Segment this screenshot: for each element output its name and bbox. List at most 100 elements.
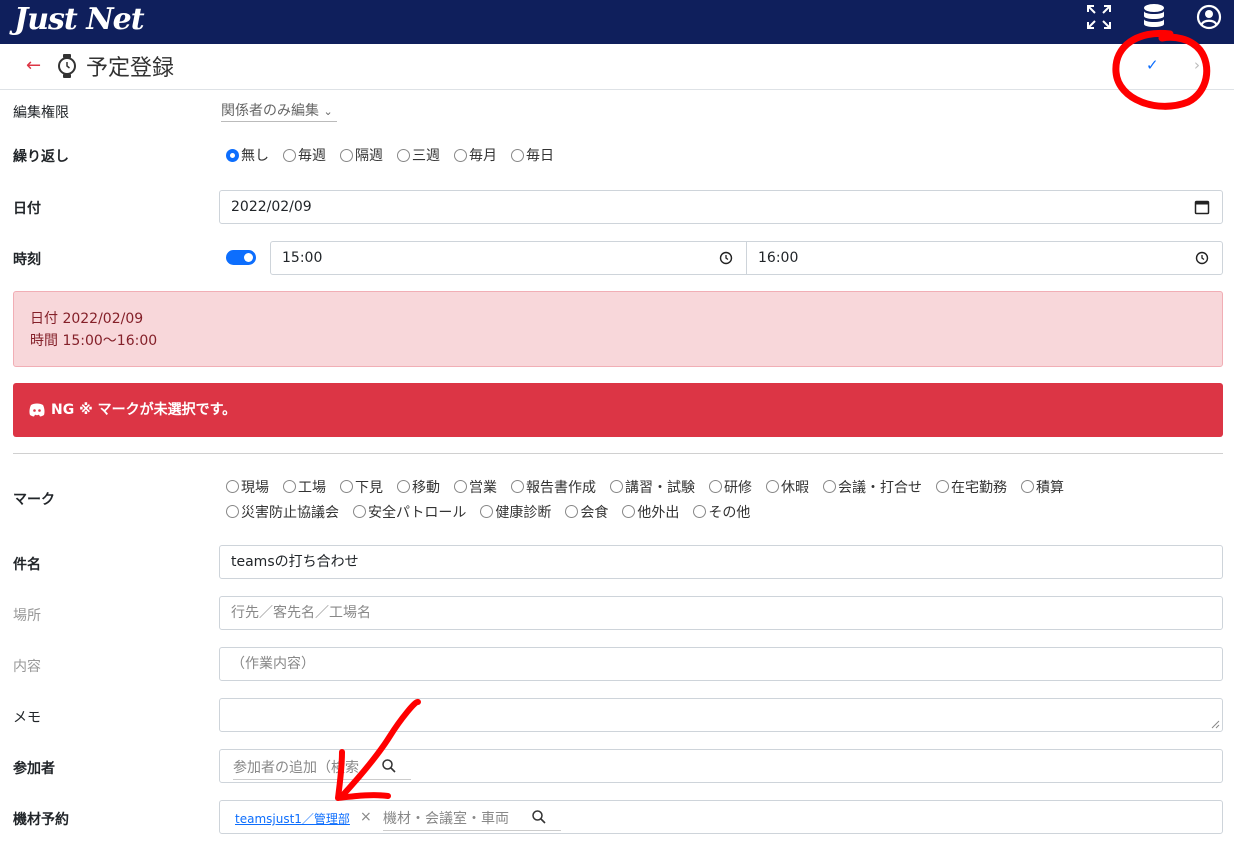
watch-icon: [58, 54, 76, 78]
repeat-label: 繰り返し: [13, 149, 69, 165]
place-placeholder: 行先／客先名／工場名: [231, 605, 371, 621]
equipment-search-input[interactable]: 機材・会議室・車両: [383, 808, 561, 831]
calendar-icon[interactable]: [1194, 199, 1210, 215]
mark-option[interactable]: 安全パトロール: [353, 502, 466, 522]
mark-option[interactable]: 在宅勤務: [936, 477, 1007, 497]
memo-textarea[interactable]: [219, 698, 1223, 732]
repeat-option-monthly[interactable]: 毎月: [454, 145, 497, 165]
radio-label: 休暇: [781, 479, 809, 496]
section-divider: [13, 453, 1223, 454]
mark-option[interactable]: 工場: [283, 477, 326, 497]
participants-search-input[interactable]: 参加者の追加（検索: [233, 757, 411, 780]
repeat-option-weekly[interactable]: 毎週: [283, 145, 326, 165]
clock-icon[interactable]: [1194, 250, 1210, 266]
radio-label: 営業: [469, 479, 497, 496]
end-time-input[interactable]: 16:00: [746, 241, 1223, 275]
radio-label: 下見: [355, 479, 383, 496]
date-label: 日付: [13, 201, 41, 217]
radio-icon: [511, 148, 524, 162]
start-time-input[interactable]: 15:00: [270, 241, 747, 275]
mark-option[interactable]: 災害防止協議会: [226, 502, 339, 522]
radio-icon: [283, 148, 296, 162]
repeat-option-triweekly[interactable]: 三週: [397, 145, 440, 165]
radio-label: 毎週: [298, 148, 326, 164]
radio-icon: [353, 505, 366, 518]
radio-icon: [454, 148, 467, 162]
content-input[interactable]: （作業内容）: [219, 647, 1223, 681]
equipment-placeholder: 機材・会議室・車両: [383, 811, 509, 827]
error-message: NG ※ マークが未選択です。: [51, 402, 237, 418]
time-toggle-switch[interactable]: [226, 250, 256, 265]
discord-icon: [29, 403, 45, 417]
radio-label: 健康診断: [495, 504, 552, 521]
radio-label: 研修: [724, 479, 752, 496]
subject-value: teamsの打ち合わせ: [231, 554, 359, 570]
mark-option[interactable]: 研修: [709, 477, 752, 497]
mark-option[interactable]: 移動: [397, 477, 440, 497]
radio-label: 他外出: [637, 504, 680, 521]
radio-label: 会食: [580, 504, 609, 521]
remove-tag-button[interactable]: ×: [360, 809, 372, 825]
radio-icon: [565, 505, 579, 518]
subject-input[interactable]: teamsの打ち合わせ: [219, 545, 1223, 579]
summary-time: 時間 15:00〜16:00: [30, 333, 158, 349]
radio-icon: [709, 480, 722, 493]
mark-option[interactable]: 健康診断: [480, 502, 551, 522]
radio-label: 現場: [241, 479, 269, 496]
radio-icon: [283, 480, 296, 493]
mark-option[interactable]: 他外出: [622, 502, 679, 522]
permission-value: 関係者のみ編集: [221, 103, 319, 119]
radio-icon: [766, 480, 779, 493]
back-button[interactable]: ←: [26, 55, 41, 76]
place-label: 場所: [13, 608, 41, 624]
mark-option[interactable]: 会議・打合せ: [823, 477, 922, 497]
mark-option[interactable]: 報告書作成: [511, 477, 596, 497]
chevron-down-icon: ⌄: [323, 105, 333, 118]
permission-select[interactable]: 関係者のみ編集 ⌄: [221, 100, 337, 122]
content-label: 内容: [13, 659, 41, 675]
date-input[interactable]: 2022/02/09: [219, 190, 1223, 224]
equipment-tag[interactable]: teamsjust1／管理部: [235, 810, 350, 827]
mark-option[interactable]: 現場: [226, 477, 269, 497]
app-logo[interactable]: Just Net: [14, 2, 145, 38]
save-check-button[interactable]: ✓: [1146, 56, 1159, 74]
mark-option[interactable]: 積算: [1021, 477, 1064, 497]
participants-label: 参加者: [13, 761, 55, 777]
mark-option[interactable]: 会食: [565, 502, 608, 522]
resize-handle-icon[interactable]: [1210, 719, 1220, 729]
mark-label: マーク: [13, 492, 55, 508]
search-icon[interactable]: [531, 809, 547, 825]
radio-icon: [480, 505, 494, 518]
radio-label: その他: [708, 504, 751, 521]
mark-option[interactable]: 営業: [454, 477, 497, 497]
next-button[interactable]: ›: [1194, 56, 1200, 74]
search-icon[interactable]: [381, 758, 397, 774]
radio-label: 無し: [241, 148, 269, 164]
account-icon[interactable]: [1195, 3, 1223, 31]
fullscreen-icon[interactable]: [1085, 3, 1113, 31]
radio-icon: [340, 148, 353, 162]
equipment-label: 機材予約: [13, 812, 69, 828]
mark-option[interactable]: その他: [693, 502, 750, 522]
database-icon[interactable]: [1140, 3, 1168, 31]
repeat-option-none[interactable]: 無し: [226, 145, 269, 165]
radio-icon: [693, 505, 707, 518]
title-bar: ← 予定登録 ✓ ›: [0, 44, 1234, 90]
radio-label: 会議・打合せ: [838, 479, 922, 496]
mark-option[interactable]: 講習・試験: [610, 477, 695, 497]
radio-icon: [511, 480, 524, 493]
radio-label: 報告書作成: [526, 479, 596, 496]
participants-placeholder: 参加者の追加（検索: [233, 760, 359, 776]
place-input[interactable]: 行先／客先名／工場名: [219, 596, 1223, 630]
clock-icon[interactable]: [718, 250, 734, 266]
radio-label: 移動: [412, 479, 440, 496]
radio-label: 災害防止協議会: [241, 504, 339, 521]
repeat-option-biweekly[interactable]: 隔週: [340, 145, 383, 165]
radio-icon: [936, 480, 949, 493]
mark-option[interactable]: 休暇: [766, 477, 809, 497]
mark-option[interactable]: 下見: [340, 477, 383, 497]
permission-label: 編集権限: [13, 105, 69, 121]
mark-row: 災害防止協議会 安全パトロール 健康診断 会食 他外出 その他: [226, 499, 1216, 524]
radio-label: 毎日: [526, 148, 554, 164]
repeat-option-daily[interactable]: 毎日: [511, 145, 554, 165]
